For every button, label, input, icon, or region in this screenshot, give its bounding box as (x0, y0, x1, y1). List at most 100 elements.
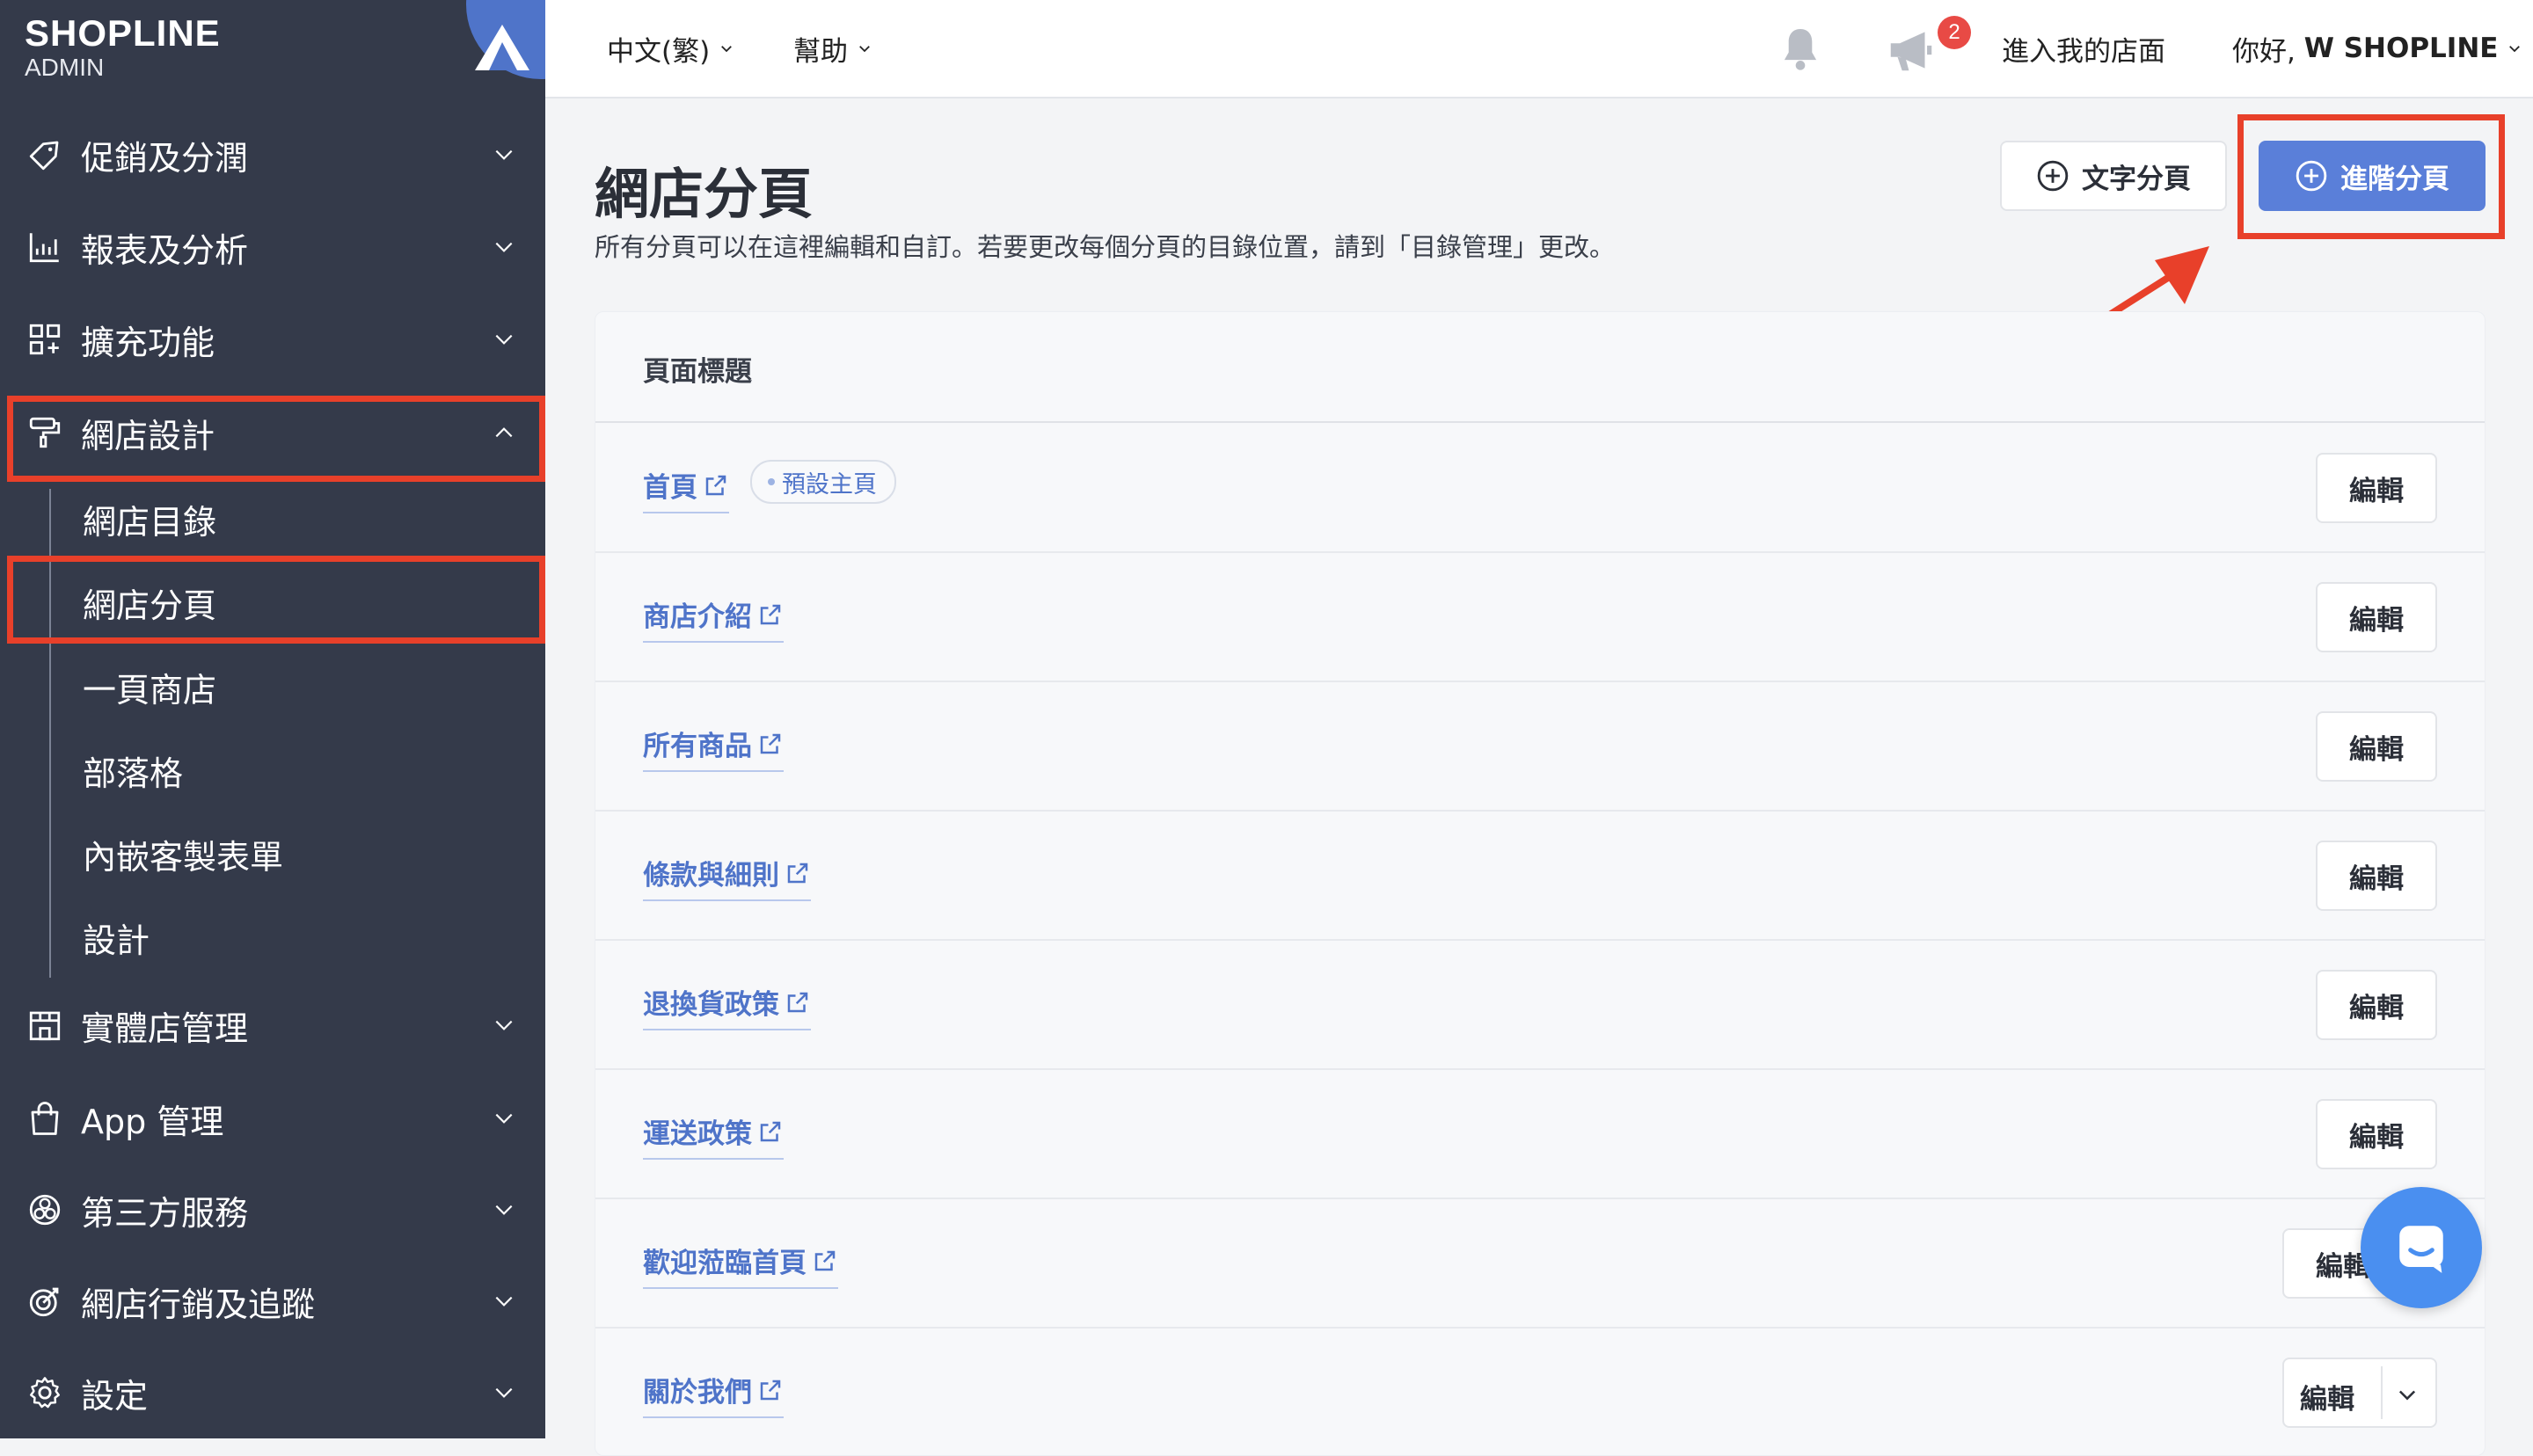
sidebar-subitem-label: 網店目錄 (83, 502, 217, 542)
sidebar-item-reports[interactable]: 報表及分析 (0, 201, 545, 293)
chevron-down-icon (859, 46, 870, 53)
plus-circle-icon (2037, 160, 2069, 192)
chevron-down-icon[interactable] (2395, 1382, 2420, 1407)
tag-dot (768, 478, 775, 485)
external-link-icon (760, 1380, 781, 1400)
sidebar-item-label: 設定 (81, 1376, 149, 1416)
sidebar-subitem-catalog[interactable]: 網店目錄 (53, 477, 542, 561)
page-link-welcome-home[interactable]: 歡迎蒞臨首頁 (643, 1241, 838, 1289)
page-link-label: 運送政策 (643, 1118, 752, 1150)
chevron-down-icon (495, 242, 513, 252)
pages-table: 頁面標題 首頁 預設主頁 編輯 商店介紹 編輯 所有商品 編輯 條款與細則 編輯 (595, 311, 2486, 1456)
sidebar-item-settings[interactable]: 設定 (0, 1347, 545, 1438)
sidebar-subitem-label: 一頁商店 (83, 670, 217, 710)
external-link-icon (760, 604, 781, 624)
sidebar-item-promotions[interactable]: 促銷及分潤 (0, 109, 545, 200)
third-party-icon (29, 1194, 61, 1226)
highlight-box-store-design (7, 396, 545, 482)
visit-store-link[interactable]: 進入我的店面 (2002, 0, 2165, 97)
sidebar-item-physical-store[interactable]: 實體店管理 (0, 979, 545, 1071)
page-link-about-us[interactable]: 關於我們 (643, 1370, 784, 1418)
target-icon (29, 1287, 59, 1317)
sidebar-item-app-management[interactable]: App 管理 (0, 1073, 545, 1164)
sidebar-item-label: 第三方服務 (81, 1193, 249, 1233)
page-link-all-products[interactable]: 所有商品 (643, 724, 784, 772)
shopping-bag-icon (31, 1102, 59, 1135)
sidebar-item-label: 實體店管理 (81, 1008, 249, 1048)
brand-logo[interactable]: SHOPLINE ADMIN (25, 12, 221, 81)
sidebar-item-label: App 管理 (81, 1102, 224, 1141)
tag-label: 預設主頁 (782, 470, 877, 499)
page-link-return-policy[interactable]: 退換貨政策 (643, 982, 811, 1030)
page-link-home[interactable]: 首頁 (643, 465, 729, 513)
page-link-label: 歡迎蒞臨首頁 (643, 1248, 807, 1279)
split-divider (2381, 1366, 2383, 1419)
chevron-down-icon (495, 334, 513, 345)
sidebar-item-label: 擴充功能 (81, 323, 215, 362)
sidebar-subitem-label: 設計 (83, 921, 150, 960)
sidebar-subitem-design[interactable]: 設計 (53, 895, 542, 979)
sidebar-subitem-custom-form[interactable]: 內嵌客製表單 (53, 812, 542, 896)
brand-name: SHOPLINE (25, 12, 221, 54)
tag-icon (29, 141, 59, 171)
chart-icon (29, 233, 59, 263)
external-link-icon (760, 1121, 781, 1141)
visit-store-label: 進入我的店面 (2002, 35, 2165, 68)
external-link-icon (760, 733, 781, 753)
sidebar-item-label: 報表及分析 (81, 230, 249, 270)
page-link-label: 商店介紹 (643, 601, 752, 633)
help-label: 幫助 (793, 35, 848, 68)
user-menu[interactable]: 你好, W SHOPLINE (2232, 0, 2522, 97)
page-description: 所有分頁可以在這裡編輯和自訂。若要更改每個分頁的目錄位置，請到「目錄管理」更改。 (595, 232, 1616, 262)
notification-bell[interactable] (1775, 23, 1826, 76)
external-link-icon (814, 1250, 836, 1270)
chat-widget-button[interactable] (2361, 1187, 2482, 1308)
edit-button[interactable]: 編輯 (2316, 582, 2437, 652)
page-link-label: 退換貨政策 (643, 989, 779, 1021)
notification-count-badge: 2 (1938, 16, 1971, 49)
brand-sub: ADMIN (25, 54, 105, 81)
edit-button[interactable]: 編輯 (2300, 1377, 2354, 1416)
external-link-icon (705, 475, 726, 495)
gear-icon (30, 1377, 60, 1409)
sidebar-subitem-one-page-store[interactable]: 一頁商店 (53, 644, 542, 729)
sidebar-item-label: 網店行銷及追蹤 (81, 1285, 316, 1324)
edit-button[interactable]: 編輯 (2316, 841, 2437, 911)
page-title: 網店分頁 (595, 162, 814, 226)
page-link-about-store[interactable]: 商店介紹 (643, 594, 784, 643)
megaphone-icon (1890, 32, 1932, 71)
top-bar: 中文(繁) 幫助 2 進入我的店面 你好, W SHOPLINE (545, 0, 2533, 98)
greeting-prefix: 你好, (2232, 35, 2304, 68)
help-dropdown[interactable]: 幫助 (793, 0, 872, 97)
table-row: 歡迎蒞臨首頁 編輯 (595, 1198, 2485, 1329)
edit-button[interactable]: 編輯 (2316, 711, 2437, 782)
page-link-shipping-policy[interactable]: 運送政策 (643, 1111, 784, 1160)
default-homepage-tag: 預設主頁 (750, 460, 896, 504)
table-row: 商店介紹 編輯 (595, 552, 2485, 682)
table-row: 退換貨政策 編輯 (595, 940, 2485, 1070)
table-row: 條款與細則 編輯 (595, 811, 2485, 941)
table-row: 所有商品 編輯 (595, 681, 2485, 812)
sidebar: SHOPLINE ADMIN 促銷及分潤 報表及分析 擴充功能 網店設計 網店目… (0, 0, 545, 1438)
table-row: 運送政策 編輯 (595, 1069, 2485, 1199)
language-dropdown[interactable]: 中文(繁) (607, 0, 734, 97)
sidebar-item-extensions[interactable]: 擴充功能 (0, 294, 545, 385)
sidebar-item-marketing[interactable]: 網店行銷及追蹤 (0, 1256, 545, 1347)
chevron-down-icon (495, 1296, 513, 1307)
announcements-button[interactable] (1884, 23, 1938, 77)
page-link-label: 所有商品 (643, 731, 752, 762)
sidebar-subitem-blog[interactable]: 部落格 (53, 728, 542, 812)
table-row: 首頁 預設主頁 編輯 (595, 423, 2485, 553)
chevron-down-icon (495, 1387, 513, 1398)
add-text-page-button[interactable]: 文字分頁 (2000, 141, 2227, 211)
store-badge[interactable] (466, 0, 545, 79)
user-name: W SHOPLINE (2303, 33, 2499, 64)
page-link-label: 首頁 (643, 472, 697, 504)
edit-button[interactable]: 編輯 (2316, 970, 2437, 1040)
chevron-down-icon (495, 149, 513, 160)
edit-button[interactable]: 編輯 (2316, 1099, 2437, 1169)
sidebar-subitem-label: 部落格 (83, 753, 184, 793)
page-link-terms[interactable]: 條款與細則 (643, 853, 811, 901)
sidebar-item-third-party[interactable]: 第三方服務 (0, 1164, 545, 1256)
edit-button[interactable]: 編輯 (2316, 453, 2437, 523)
